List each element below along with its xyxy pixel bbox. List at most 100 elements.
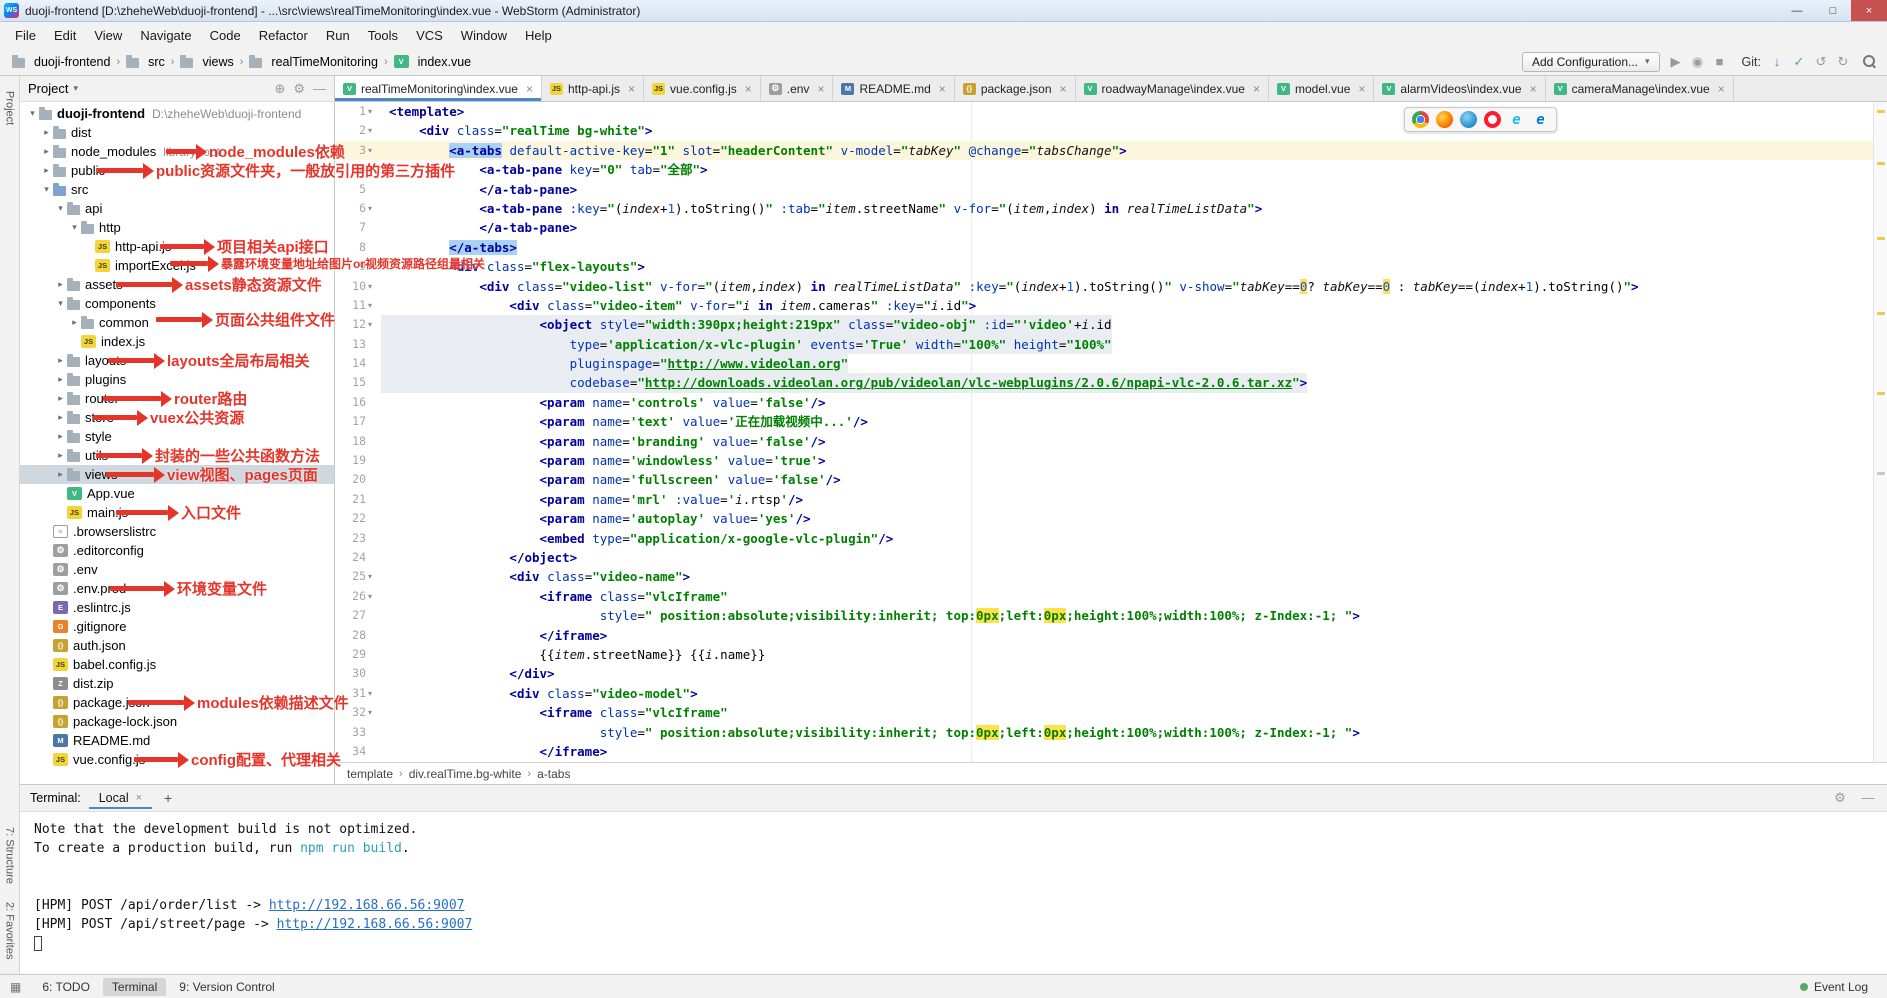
fold-icon[interactable]: ▾ (368, 160, 379, 179)
new-terminal-button[interactable]: + (160, 790, 176, 806)
git-commit-icon[interactable]: ✓ (1790, 54, 1808, 70)
window-minimize-button[interactable]: — (1779, 0, 1815, 21)
code-line[interactable]: 25▾ <div class="video-name"> (335, 567, 1887, 586)
code-line[interactable]: 17 <param name='text' value='正在加载视频中...'… (335, 412, 1887, 431)
chevron-down-icon[interactable]: ▾ (26, 108, 39, 119)
tree-item-http-api.js[interactable]: JShttp-api.js (20, 237, 334, 256)
code-line[interactable]: 32▾ <iframe class="vlcIframe" (335, 703, 1887, 722)
editor-gutter[interactable]: 30 (335, 664, 381, 683)
tree-item-store[interactable]: ▸store (20, 408, 334, 427)
editor-gutter[interactable]: 22 (335, 509, 381, 528)
editor-tab-realTimeMonitoring-index.vue[interactable]: VrealTimeMonitoring\index.vue× (335, 76, 542, 101)
hide-panel-icon[interactable]: — (313, 81, 326, 97)
git-update-icon[interactable]: ↓ (1768, 54, 1786, 70)
code-line[interactable]: 12▾ <object style="width:390px;height:21… (335, 315, 1887, 334)
menu-refactor[interactable]: Refactor (250, 24, 317, 47)
tree-item-views[interactable]: ▸views (20, 465, 334, 484)
code-line[interactable]: 28 </iframe> (335, 626, 1887, 645)
fold-icon[interactable]: ▾ (368, 703, 379, 722)
tree-item-babel.config.js[interactable]: JSbabel.config.js (20, 655, 334, 674)
breadcrumb-item-views[interactable]: views (178, 54, 235, 70)
search-icon[interactable] (1863, 55, 1877, 69)
tool-stripe--structure[interactable]: 7: Structure (4, 818, 16, 893)
edge-icon[interactable]: e (1532, 111, 1549, 128)
tree-item-utils[interactable]: ▸utils (20, 446, 334, 465)
editor-gutter[interactable]: 13 (335, 335, 381, 354)
scrollbar-error-stripe[interactable] (1873, 102, 1887, 762)
tree-item-.eslintrc.js[interactable]: E.eslintrc.js (20, 598, 334, 617)
tree-item-README.md[interactable]: MREADME.md (20, 731, 334, 750)
tree-item-importExcel.js[interactable]: JSimportExcel.js (20, 256, 334, 275)
chevron-right-icon[interactable]: ▸ (54, 431, 67, 442)
code-line[interactable]: 3▾ <a-tabs default-active-key="1" slot="… (335, 141, 1887, 160)
editor-gutter[interactable]: 7 (335, 218, 381, 237)
menu-navigate[interactable]: Navigate (131, 24, 200, 47)
code-line[interactable]: 19 <param name='windowless' value='true'… (335, 451, 1887, 470)
editor-breadcrumb-div.realTime.bg-white[interactable]: div.realTime.bg-white (409, 767, 522, 781)
code-editor[interactable]: 1▾<template>2▾ <div class="realTime bg-w… (335, 102, 1887, 762)
code-line[interactable]: 33 style=" position:absolute;visibility:… (335, 723, 1887, 742)
menu-run[interactable]: Run (317, 24, 359, 47)
editor-gutter[interactable]: 14 (335, 354, 381, 373)
menu-edit[interactable]: Edit (45, 24, 85, 47)
tree-item-public[interactable]: ▸public (20, 161, 334, 180)
code-line[interactable]: 21 <param name='mrl' :value='i.rtsp'/> (335, 490, 1887, 509)
menu-tools[interactable]: Tools (359, 24, 407, 47)
code-line[interactable]: 9▾ <div class="flex-layouts"> (335, 257, 1887, 276)
editor-tab-roadwayManage-index.vue[interactable]: VroadwayManage\index.vue× (1076, 76, 1269, 101)
code-line[interactable]: 7 </a-tab-pane> (335, 218, 1887, 237)
code-line[interactable]: 14 pluginspage="http://www.videolan.org" (335, 354, 1887, 373)
editor-tab-alarmVideos-index.vue[interactable]: ValarmVideos\index.vue× (1374, 76, 1545, 101)
chevron-right-icon[interactable]: ▸ (54, 469, 67, 480)
code-line[interactable]: 18 <param name='branding' value='false'/… (335, 432, 1887, 451)
editor-tab-model.vue[interactable]: Vmodel.vue× (1269, 76, 1374, 101)
tree-item-vue.config.js[interactable]: JSvue.config.js (20, 750, 334, 769)
chevron-down-icon[interactable]: ▾ (54, 203, 67, 214)
editor-gutter[interactable]: 21 (335, 490, 381, 509)
editor-gutter[interactable]: 19 (335, 451, 381, 470)
menu-vcs[interactable]: VCS (407, 24, 452, 47)
chevron-right-icon[interactable]: ▸ (54, 374, 67, 385)
breadcrumb-item-duoji-frontend[interactable]: duoji-frontend (10, 54, 112, 70)
menu-view[interactable]: View (85, 24, 131, 47)
chevron-right-icon[interactable]: ▸ (68, 317, 81, 328)
editor-gutter[interactable]: 32▾ (335, 703, 381, 722)
status-terminal[interactable]: Terminal (103, 978, 166, 996)
fold-icon[interactable]: ▾ (368, 141, 379, 160)
fold-icon[interactable]: ▾ (368, 199, 379, 218)
stop-icon[interactable]: ■ (1711, 54, 1729, 70)
fold-icon[interactable]: ▾ (368, 684, 379, 703)
close-icon[interactable]: × (1253, 82, 1260, 96)
editor-gutter[interactable]: 3▾ (335, 141, 381, 160)
firefox-icon[interactable] (1436, 111, 1453, 128)
code-line[interactable]: 24 </object> (335, 548, 1887, 567)
code-line[interactable]: 16 <param name='controls' value='false'/… (335, 393, 1887, 412)
code-line[interactable]: 5 </a-tab-pane> (335, 180, 1887, 199)
debug-icon[interactable]: ◉ (1689, 54, 1707, 70)
editor-tab-http-api.js[interactable]: JShttp-api.js× (542, 76, 644, 101)
editor-gutter[interactable]: 20 (335, 470, 381, 489)
project-panel-title[interactable]: Project (28, 81, 68, 96)
fold-icon[interactable]: ▾ (368, 315, 379, 334)
tree-item-index.js[interactable]: JSindex.js (20, 332, 334, 351)
editor-tab-.env[interactable]: ⚙.env× (761, 76, 834, 101)
tree-item-layouts[interactable]: ▸layouts (20, 351, 334, 370)
chevron-right-icon[interactable]: ▸ (40, 146, 53, 157)
breadcrumb-item-src[interactable]: src (124, 54, 167, 70)
tree-item-src[interactable]: ▾src (20, 180, 334, 199)
editor-tab-package.json[interactable]: {}package.json× (955, 76, 1076, 101)
fold-icon[interactable]: ▾ (368, 587, 379, 606)
code-line[interactable]: 1▾<template> (335, 102, 1887, 121)
status-event-log[interactable]: Event Log (1791, 978, 1877, 996)
tree-item-api[interactable]: ▾api (20, 199, 334, 218)
tree-item-.browserslistrc[interactable]: ≡.browserslistrc (20, 522, 334, 541)
editor-gutter[interactable]: 28 (335, 626, 381, 645)
editor-gutter[interactable]: 1▾ (335, 102, 381, 121)
code-line[interactable]: 34 </iframe> (335, 742, 1887, 761)
close-icon[interactable]: × (628, 82, 635, 96)
git-rollback-icon[interactable]: ↺ (1812, 54, 1830, 70)
editor-tab-cameraManage-index.vue[interactable]: VcameraManage\index.vue× (1546, 76, 1734, 101)
tree-item-plugins[interactable]: ▸plugins (20, 370, 334, 389)
code-line[interactable]: 8 </a-tabs> (335, 238, 1887, 257)
editor-gutter[interactable]: 34 (335, 742, 381, 761)
